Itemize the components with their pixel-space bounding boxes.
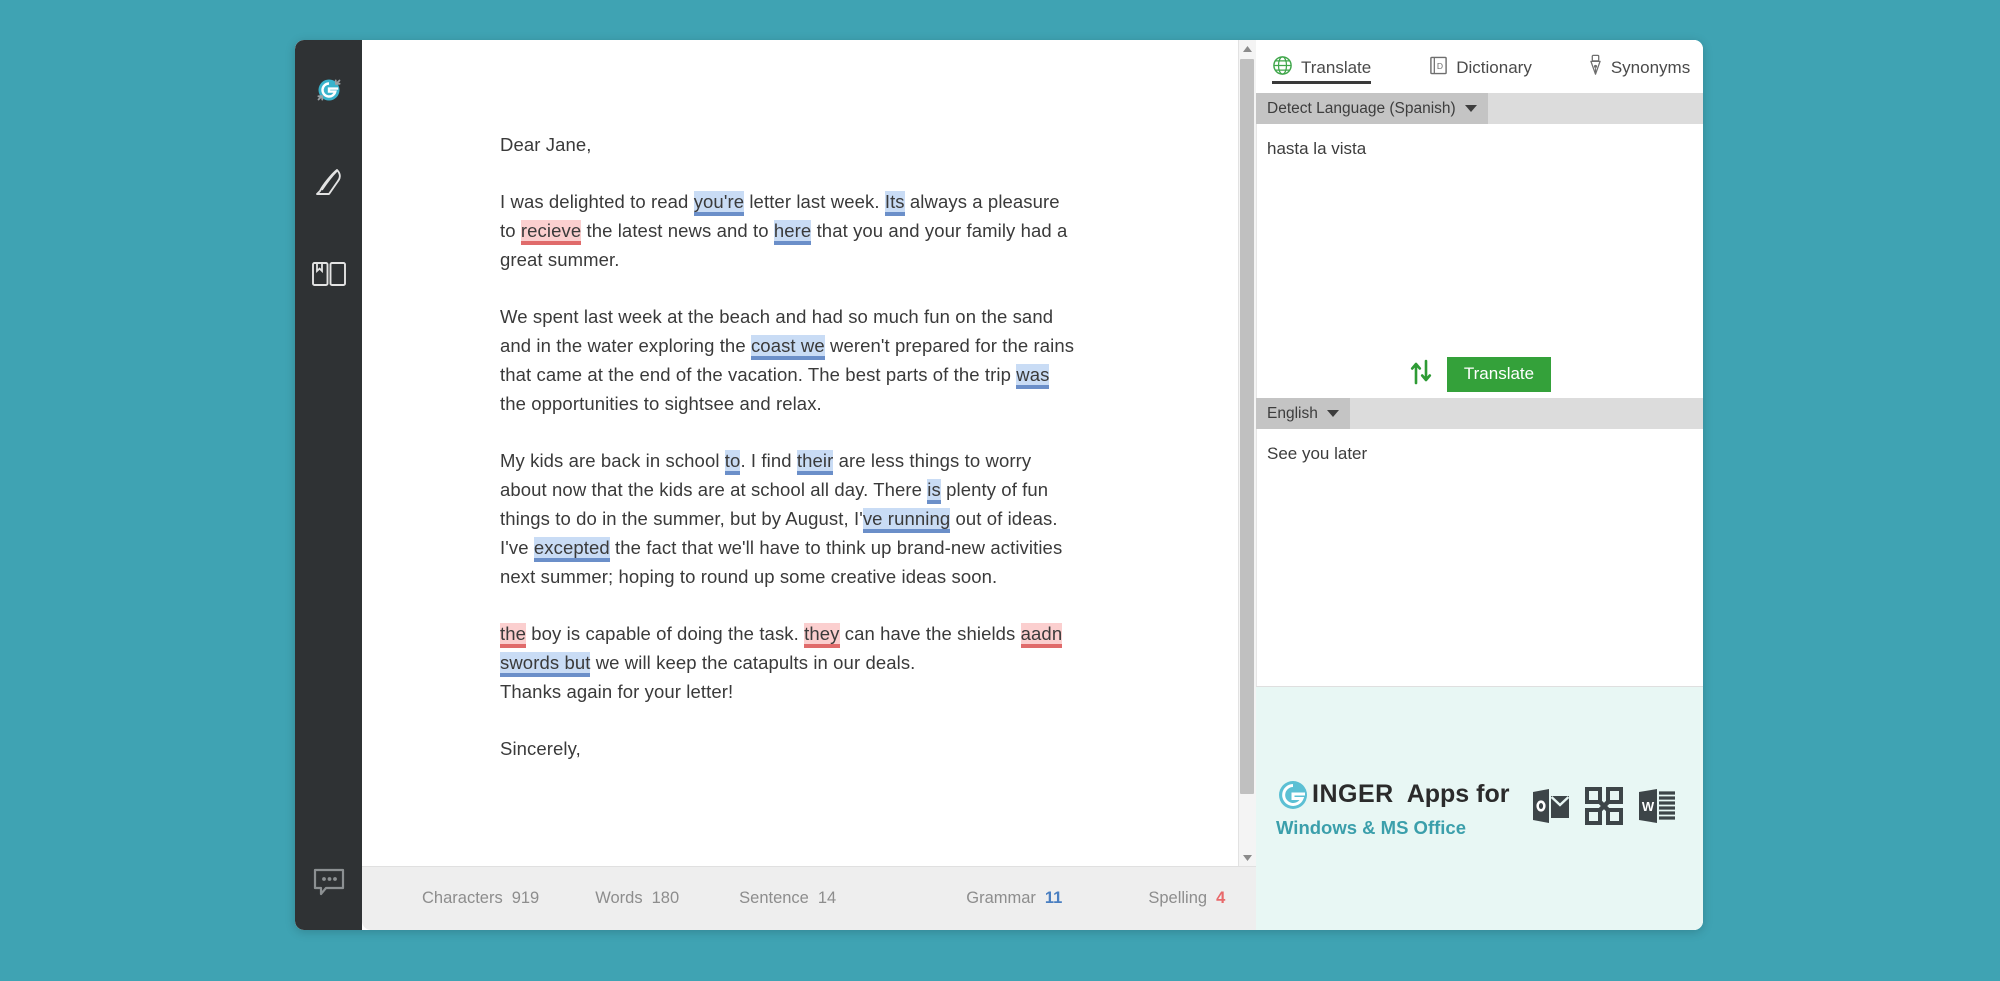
status-item-label: Spelling	[1148, 889, 1208, 907]
svg-text:W: W	[1642, 799, 1655, 814]
tools-tab-strip: Translate D Dictionary Synonyms	[1256, 40, 1703, 93]
scroll-up-arrow-icon[interactable]	[1239, 40, 1256, 57]
source-language-value: Detect Language (Spanish)	[1267, 99, 1456, 117]
status-item-label: Sentence	[739, 889, 809, 907]
ginger-logo-icon	[309, 70, 349, 115]
document-paragraph: Thanks again for your letter!	[500, 681, 734, 702]
tab-synonyms-label: Synonyms	[1610, 57, 1691, 77]
status-item-value: 11	[1044, 889, 1063, 907]
document-text[interactable]: Dear Jane, I was delighted to read you're…	[500, 130, 1075, 763]
tab-dictionary-label: Dictionary	[1456, 57, 1532, 77]
document-paragraph: Sincerely,	[500, 738, 581, 759]
rail-item-dictionary[interactable]	[295, 241, 362, 311]
book-d-icon: D	[1429, 55, 1448, 81]
grammar-error[interactable]: here	[773, 220, 812, 243]
promo-text: INGER Apps for Windows & MS Office	[1276, 778, 1509, 839]
status-item-sentence[interactable]: Sentence 14	[739, 889, 836, 908]
office-icon[interactable]	[1585, 787, 1624, 830]
swap-arrows-icon[interactable]	[1409, 358, 1435, 391]
tools-panel: Translate D Dictionary Synonyms Detect L…	[1256, 40, 1703, 930]
pen-edit-icon	[312, 165, 346, 204]
status-item-value: 4	[1216, 889, 1226, 907]
status-item-value: 919	[511, 889, 540, 907]
status-item-characters[interactable]: Characters 919	[422, 889, 539, 908]
document-paragraph: We spent last week at the beach and had …	[500, 306, 1075, 414]
grammar-error[interactable]: to	[724, 450, 741, 473]
grammar-error[interactable]: their	[796, 450, 834, 473]
status-item-value: 14	[817, 889, 837, 907]
document-page[interactable]: Dear Jane, I was delighted to read you're…	[362, 40, 1238, 866]
status-item-label: Grammar	[966, 889, 1036, 907]
tab-translate[interactable]: Translate	[1262, 48, 1381, 86]
grammar-error[interactable]: was	[1016, 364, 1050, 387]
translate-button[interactable]: Translate	[1446, 357, 1552, 392]
tab-dictionary[interactable]: D Dictionary	[1419, 48, 1542, 86]
spelling-error[interactable]: they	[804, 623, 840, 646]
grammar-error[interactable]: swords but	[500, 652, 591, 675]
translate-action-row: Translate	[1256, 351, 1703, 398]
scroll-down-arrow-icon[interactable]	[1239, 849, 1256, 866]
grammar-error[interactable]: coast we	[750, 335, 825, 358]
tab-translate-label: Translate	[1301, 57, 1372, 77]
svg-text:D: D	[1437, 60, 1443, 70]
grammar-error[interactable]: ve running	[862, 508, 951, 531]
target-language-select[interactable]: English	[1256, 398, 1350, 429]
document-area: Dear Jane, I was delighted to read you're…	[362, 40, 1256, 866]
book-dictionary-icon	[311, 259, 347, 294]
document-column: Dear Jane, I was delighted to read you're…	[362, 40, 1256, 930]
status-bar: Characters 919 Words 180 Sentence 14 Grammar 11…	[362, 866, 1256, 930]
left-icon-rail	[295, 40, 362, 930]
rail-item-rephrase[interactable]	[295, 149, 362, 219]
source-language-select[interactable]: Detect Language (Spanish)	[1256, 93, 1488, 124]
grammar-error[interactable]: excepted	[533, 537, 610, 560]
rail-item-feedback[interactable]	[295, 867, 362, 902]
status-item-words[interactable]: Words 180	[595, 889, 679, 908]
globe-icon	[1272, 55, 1293, 81]
document-paragraph: My kids are back in school to. I find th…	[500, 450, 1063, 587]
promo-brand-name: INGER	[1312, 780, 1394, 809]
target-language-value: English	[1267, 404, 1318, 422]
tab-synonyms[interactable]: Synonyms	[1578, 48, 1700, 86]
document-scrollbar[interactable]	[1238, 40, 1256, 866]
source-language-bar: Detect Language (Spanish)	[1256, 93, 1703, 124]
target-language-bar: English	[1256, 398, 1703, 429]
status-item-label: Words	[595, 889, 643, 907]
ginger-app-window: Dear Jane, I was delighted to read you're…	[295, 40, 1703, 930]
target-text-area[interactable]: See you later	[1256, 429, 1703, 686]
promo-title: INGER Apps for	[1276, 778, 1509, 812]
grammar-error[interactable]: Its	[884, 191, 905, 214]
spelling-error[interactable]: the	[500, 623, 527, 646]
scroll-thumb[interactable]	[1240, 59, 1254, 794]
document-paragraph: the boy is capable of doing the task. th…	[500, 623, 1063, 675]
pen-nib-icon	[1588, 54, 1603, 81]
grammar-error[interactable]: is	[927, 479, 941, 502]
status-item-label: Characters	[422, 889, 503, 907]
promo-subtitle: Windows & MS Office	[1276, 816, 1466, 838]
ginger-brand-icon	[1276, 778, 1310, 812]
chat-bubble-icon	[312, 867, 346, 902]
outlook-icon[interactable]	[1531, 787, 1571, 830]
status-item-grammar[interactable]: Grammar 11	[966, 889, 1062, 908]
chevron-down-icon	[1326, 410, 1339, 417]
spelling-error[interactable]: aadn	[1020, 623, 1063, 646]
grammar-error[interactable]: you're	[693, 191, 745, 214]
source-text-area[interactable]: hasta la vista	[1256, 124, 1703, 351]
status-item-spelling[interactable]: Spelling 4	[1148, 889, 1225, 908]
document-paragraph: I was delighted to read you're letter la…	[500, 191, 1068, 270]
status-item-value: 180	[651, 889, 680, 907]
promo-title-rest: Apps for	[1406, 780, 1510, 809]
word-icon[interactable]: W	[1637, 787, 1677, 830]
chevron-down-icon	[1464, 105, 1477, 112]
document-salutation: Dear Jane,	[500, 134, 592, 155]
promo-banner[interactable]: INGER Apps for Windows & MS Office W	[1256, 686, 1703, 930]
spelling-error[interactable]: recieve	[520, 220, 582, 243]
rail-item-ginger[interactable]	[295, 57, 362, 127]
promo-app-icons: W	[1531, 787, 1677, 830]
